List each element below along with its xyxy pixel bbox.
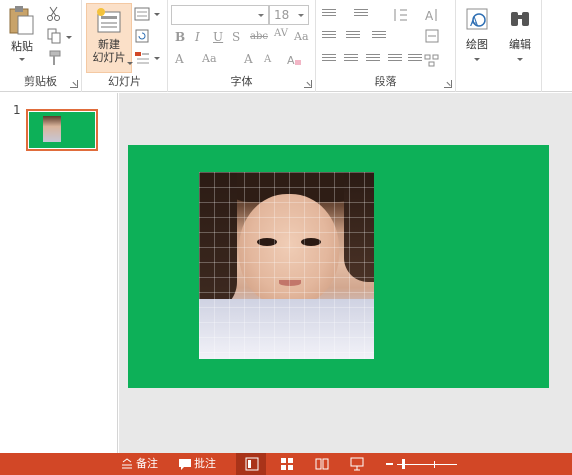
new-slide-icon	[97, 8, 121, 33]
paragraph-group: A 段落	[316, 0, 456, 92]
paste-button[interactable]: 粘贴	[6, 4, 38, 64]
clipboard-group: 粘贴 剪贴板	[0, 0, 82, 92]
paste-icon	[9, 6, 34, 35]
font-group-label: 字体	[230, 75, 253, 88]
slideshow-icon[interactable]	[350, 457, 364, 471]
editing-button[interactable]: 编辑	[502, 6, 538, 66]
slide-thumbnail-photo	[43, 116, 61, 142]
comments-icon[interactable]	[178, 457, 192, 471]
copy-icon[interactable]	[46, 28, 62, 44]
bullets-icon[interactable]	[322, 9, 336, 21]
font-size-case-icon[interactable]: Aa	[202, 52, 217, 65]
increase-font-icon[interactable]: A	[244, 52, 253, 66]
drawing-button[interactable]: A 绘图	[460, 6, 494, 66]
new-slide-label-line2: 幻灯片	[92, 51, 126, 64]
clipboard-launcher-icon[interactable]	[70, 80, 78, 88]
bold-icon[interactable]: B	[175, 30, 185, 44]
drawing-icon: A	[466, 8, 488, 30]
paragraph-launcher-icon[interactable]	[444, 80, 452, 88]
new-slide-label-line1: 新建	[98, 38, 120, 51]
section-icon[interactable]	[134, 50, 150, 66]
slides-group-label: 幻灯片	[108, 75, 141, 88]
status-bar: 备注 批注	[0, 453, 572, 475]
cut-icon[interactable]	[46, 6, 62, 22]
svg-text:A: A	[425, 9, 434, 23]
drawing-group: A 绘图	[456, 0, 498, 92]
slide[interactable]	[128, 145, 549, 388]
portrait-photo[interactable]	[199, 172, 374, 359]
smartart-icon[interactable]	[424, 52, 440, 68]
slide-number: 1	[13, 103, 21, 117]
line-spacing-icon[interactable]	[392, 7, 408, 23]
font-color-icon[interactable]: A	[175, 52, 184, 66]
chevron-down-icon	[258, 14, 264, 17]
chevron-down-icon[interactable]	[474, 58, 480, 61]
copy-dropdown-icon[interactable]	[66, 36, 72, 39]
paragraph-group-label: 段落	[374, 75, 397, 88]
chevron-down-icon[interactable]	[19, 58, 25, 61]
comments-button[interactable]: 批注	[194, 456, 216, 472]
align-left-icon[interactable]	[322, 54, 336, 66]
font-name-combo[interactable]	[171, 5, 269, 25]
notes-icon[interactable]	[120, 457, 134, 471]
slide-sorter-icon[interactable]	[280, 457, 294, 471]
ribbon: 粘贴 剪贴板 新建 幻灯片 幻灯片 18 B I U S abc AV Aa A…	[0, 0, 572, 92]
slides-group: 新建 幻灯片 幻灯片	[82, 0, 168, 92]
zoom-out-icon[interactable]	[386, 463, 393, 465]
italic-icon[interactable]: I	[195, 30, 200, 44]
drawing-label: 绘图	[466, 38, 488, 51]
slide-thumbnail-background	[29, 112, 95, 148]
zoom-slider-track[interactable]	[397, 464, 457, 465]
slide-editing-area	[119, 93, 572, 453]
decrease-font-icon[interactable]: A	[264, 54, 271, 65]
clear-format-icon[interactable]: A	[286, 52, 302, 68]
reading-view-icon[interactable]	[315, 457, 329, 471]
paste-label: 粘贴	[11, 40, 33, 53]
align-right-icon[interactable]	[366, 54, 380, 66]
distributed-icon[interactable]	[408, 54, 422, 66]
reset-icon[interactable]	[134, 28, 150, 44]
increase-indent-icon[interactable]	[346, 31, 360, 43]
numbering-icon[interactable]	[354, 9, 368, 21]
shadow-icon[interactable]: S	[232, 30, 240, 44]
binoculars-icon	[511, 12, 529, 26]
font-group: 18 B I U S abc AV Aa A Aa A A A 字体	[168, 0, 316, 92]
layout-icon[interactable]	[134, 6, 150, 22]
chevron-down-icon[interactable]	[517, 58, 523, 61]
slide-thumbnail[interactable]	[26, 109, 98, 151]
align-text-icon[interactable]	[424, 28, 440, 44]
editing-label: 编辑	[509, 38, 531, 51]
photo-grid-overlay	[199, 172, 374, 359]
svg-text:A: A	[287, 54, 295, 67]
font-launcher-icon[interactable]	[304, 80, 312, 88]
decrease-indent-icon[interactable]	[322, 31, 336, 43]
new-slide-button[interactable]: 新建 幻灯片	[86, 3, 133, 73]
change-case-icon[interactable]: Aa	[294, 30, 309, 43]
align-center-icon[interactable]	[344, 54, 358, 66]
format-painter-icon[interactable]	[46, 50, 62, 66]
zoom-slider-center-mark	[434, 461, 435, 468]
chevron-down-icon[interactable]	[127, 62, 133, 65]
justify-icon[interactable]	[388, 54, 402, 66]
section-dropdown-icon[interactable]	[154, 57, 160, 60]
columns-icon[interactable]	[372, 31, 386, 43]
font-size-value: 18	[274, 8, 290, 22]
slide-thumbnail-pane: 1	[0, 93, 118, 453]
char-spacing-icon[interactable]: AV	[274, 28, 288, 39]
font-size-combo[interactable]: 18	[269, 5, 309, 25]
svg-text:A: A	[470, 15, 479, 29]
notes-button[interactable]: 备注	[136, 456, 158, 472]
layout-dropdown-icon[interactable]	[154, 13, 160, 16]
underline-icon[interactable]: U	[213, 30, 223, 44]
chevron-down-icon	[298, 14, 304, 17]
editing-group: 编辑	[498, 0, 542, 92]
strikethrough-icon[interactable]: abc	[250, 31, 268, 42]
zoom-slider-thumb[interactable]	[402, 459, 405, 469]
normal-view-icon[interactable]	[245, 457, 259, 471]
text-direction-icon[interactable]: A	[424, 7, 440, 23]
clipboard-group-label: 剪贴板	[24, 75, 57, 88]
